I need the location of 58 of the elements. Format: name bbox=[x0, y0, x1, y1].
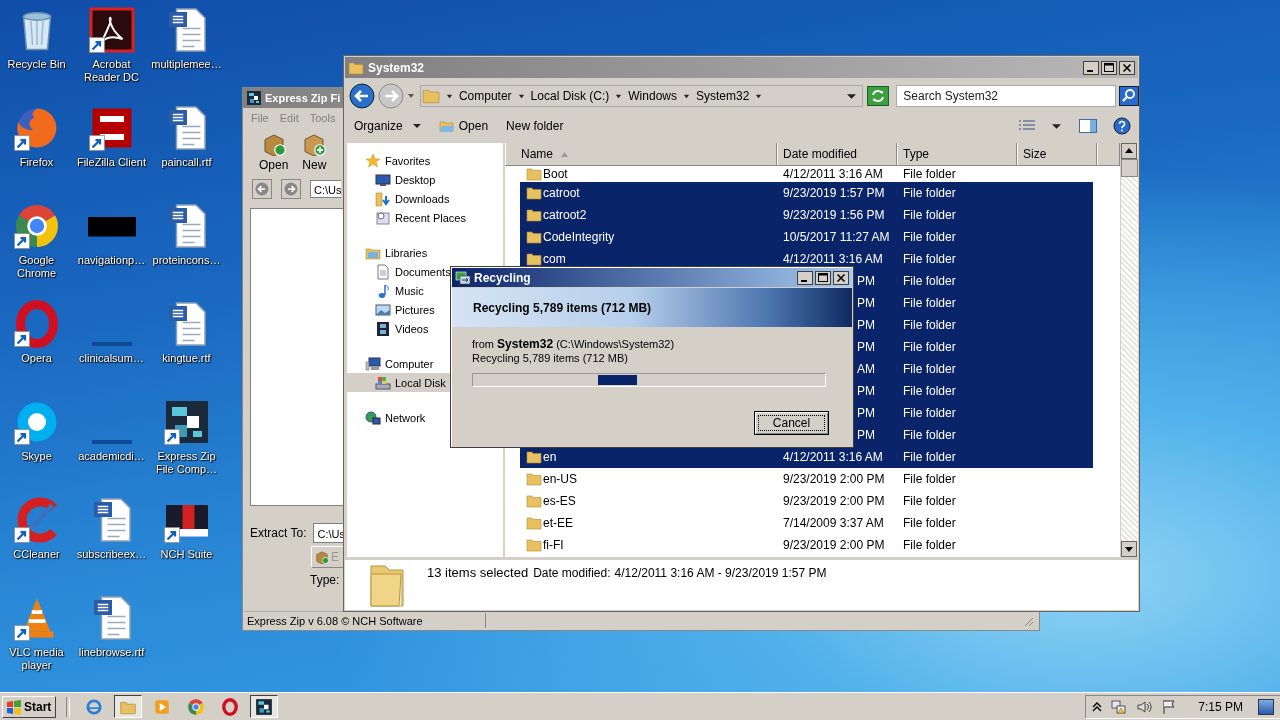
type-cell-text: File folder bbox=[903, 296, 957, 310]
date-cell-text: 10/5/2017 11:27 AM bbox=[783, 230, 891, 244]
date-cell-text: 7/14/2009 3:37 AM bbox=[783, 516, 885, 530]
file-name: es-ES bbox=[543, 494, 577, 508]
date-cell-text: PM bbox=[857, 384, 876, 398]
date-cell-text: 9/23/2019 2:00 PM bbox=[783, 472, 886, 486]
file-name: en-US bbox=[543, 472, 578, 486]
date-cell-text: AM bbox=[857, 362, 876, 376]
field-label: Type: bbox=[310, 573, 340, 587]
type-cell-text: File folder bbox=[903, 384, 957, 398]
date-cell-text: 9/23/2019 1:56 PM bbox=[783, 208, 886, 222]
date-cell-text: 9/23/2019 2:00 PM bbox=[783, 494, 886, 508]
date-cell-text: PM bbox=[857, 296, 876, 310]
detail-value: 4/12/2011 3:16 AM - 9/23/2019 1:57 PM bbox=[614, 566, 827, 580]
file-name: Boot bbox=[543, 167, 569, 181]
file-name: fi-FI bbox=[543, 538, 565, 552]
date-cell-text: PM bbox=[857, 428, 876, 442]
date-cell-text: PM bbox=[857, 406, 876, 420]
date-cell-text: 4/12/2011 3:16 AM bbox=[783, 167, 884, 181]
type-cell-text: File folder bbox=[903, 252, 957, 266]
date-cell-text: 4/12/2011 3:16 AM bbox=[783, 450, 884, 464]
date-cell-text: PM bbox=[857, 318, 876, 332]
file-name: en bbox=[543, 450, 558, 464]
type-cell-text: File folder bbox=[903, 208, 957, 222]
type-cell-text: File folder bbox=[903, 450, 957, 464]
window-title: System32 bbox=[368, 60, 425, 75]
type-cell-text: File folder bbox=[903, 340, 957, 354]
type-cell-text: File folder bbox=[903, 186, 957, 200]
file-name: catroot2 bbox=[543, 208, 588, 222]
type-cell-text: File folder bbox=[903, 494, 957, 508]
selection-count: 13 items selected bbox=[427, 565, 529, 580]
type-cell-text: File folder bbox=[903, 274, 957, 288]
field-label: Extract To: bbox=[250, 526, 307, 540]
status-text: Recycling 5,789 items (712 MB) bbox=[472, 351, 629, 365]
window-title: Recycling bbox=[474, 270, 531, 285]
type-cell-text: File folder bbox=[903, 406, 957, 420]
type-cell-text: File folder bbox=[903, 538, 957, 552]
file-name: com bbox=[543, 252, 567, 266]
date-cell-text: PM bbox=[857, 274, 876, 288]
dialog-heading: Recycling 5,789 items (712 MB) bbox=[473, 300, 652, 315]
date-cell-text: 9/23/2019 1:57 PM bbox=[783, 186, 886, 200]
detail-label: Date modified: bbox=[533, 566, 611, 580]
date-cell-text: 4/12/2011 3:16 AM bbox=[783, 252, 884, 266]
date-cell-text: 9/23/2019 2:00 PM bbox=[783, 538, 886, 552]
status-text: Express Zip v 6.08 © NCH Software bbox=[246, 614, 424, 627]
type-cell-text: File folder bbox=[903, 516, 957, 530]
file-name: CodeIntegrity bbox=[543, 230, 616, 244]
date-cell-text: PM bbox=[857, 340, 876, 354]
file-name: et-EE bbox=[543, 516, 574, 530]
type-cell-text: File folder bbox=[903, 318, 957, 332]
window-title: Express Zip Fi bbox=[265, 92, 341, 104]
type-cell-text: File folder bbox=[903, 472, 957, 486]
type-cell-text: File folder bbox=[903, 167, 957, 181]
type-cell-text: File folder bbox=[903, 362, 957, 376]
type-cell-text: File folder bbox=[903, 230, 957, 244]
source-text: from System32 (C:\Windows\System32) bbox=[472, 337, 676, 351]
type-cell-text: File folder bbox=[903, 428, 957, 442]
file-name: catroot bbox=[543, 186, 581, 200]
